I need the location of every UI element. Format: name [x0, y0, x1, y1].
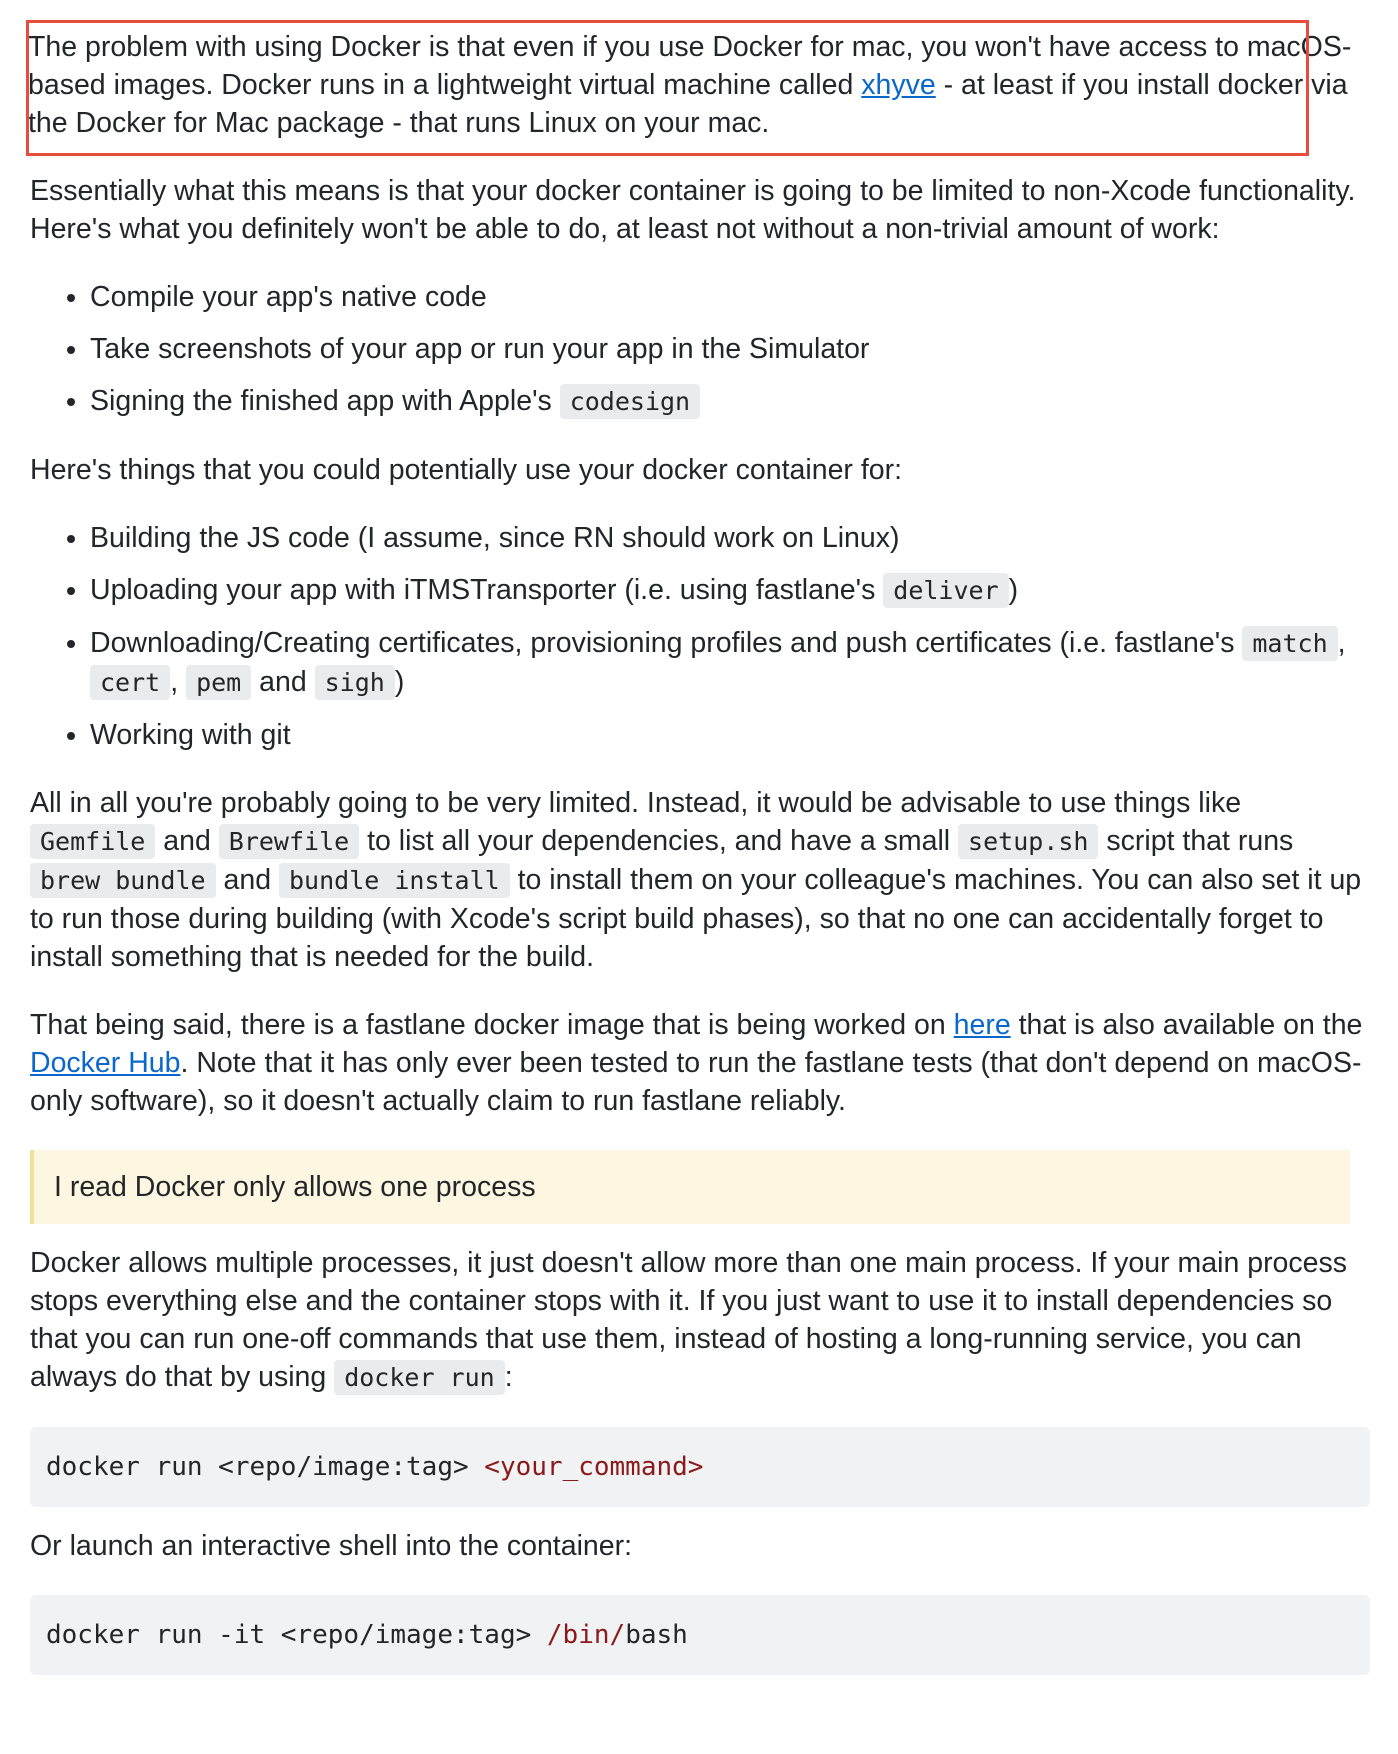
can-do-list: Building the JS code (I assume, since RN…	[30, 519, 1370, 754]
list-item-text: Take screenshots of your app or run your…	[90, 333, 870, 365]
cannot-do-list: Compile your app's native code Take scre…	[30, 278, 1370, 421]
inline-code-sigh: sigh	[314, 665, 395, 700]
list-item: Building the JS code (I assume, since RN…	[90, 519, 1370, 557]
list-item-text: )	[1008, 574, 1019, 606]
list-item: Working with git	[90, 716, 1370, 754]
para-text: . Note that it has only ever been tested…	[30, 1047, 1362, 1117]
para-text: that is also available on the	[1010, 1009, 1363, 1041]
list-item-text: Building the JS code (I assume, since RN…	[90, 522, 900, 554]
inline-code-cert: cert	[90, 665, 171, 700]
code-text: bash	[625, 1620, 688, 1650]
paragraph-processes: Docker allows multiple processes, it jus…	[30, 1244, 1360, 1397]
para-text: That being said, there is a fastlane doc…	[30, 1009, 954, 1041]
highlight-box	[26, 20, 1309, 156]
code-block-run: docker run <repo/image:tag> <your_comman…	[30, 1427, 1370, 1507]
para-text: and	[163, 825, 211, 857]
code-text: docker run -it <repo/image:tag>	[46, 1620, 547, 1650]
inline-code-brewfile: Brewfile	[218, 824, 360, 859]
inline-code-match: match	[1242, 626, 1338, 661]
paragraph-limitations: Essentially what this means is that your…	[30, 175, 1356, 245]
inline-code-bundle-install: bundle install	[278, 863, 510, 898]
para-text: All in all you're probably going to be v…	[30, 787, 1242, 819]
inline-code-gemfile: Gemfile	[30, 824, 156, 859]
list-item: Signing the finished app with Apple's co…	[90, 382, 1370, 421]
inline-code-setup-sh: setup.sh	[958, 824, 1099, 859]
list-item-text: Downloading/Creating certificates, provi…	[90, 627, 1235, 659]
paragraph-fastlane-image: That being said, there is a fastlane doc…	[30, 1006, 1370, 1120]
list-item-text: Signing the finished app with Apple's	[90, 385, 552, 417]
docker-hub-link[interactable]: Docker Hub	[30, 1047, 180, 1079]
para-text: Docker allows multiple processes, it jus…	[30, 1247, 1348, 1393]
para-text: and	[223, 864, 272, 896]
code-path: /bin/	[546, 1620, 626, 1650]
para-text: :	[504, 1361, 513, 1393]
code-block-shell: docker run -it <repo/image:tag> /bin/bas…	[30, 1595, 1370, 1675]
inline-code-deliver: deliver	[883, 573, 1009, 608]
answer-body: The problem with using Docker is that ev…	[0, 0, 1370, 1675]
list-item-text: Working with git	[90, 719, 291, 751]
list-item: Uploading your app with iTMSTransporter …	[90, 571, 1370, 610]
list-item-text: Compile your app's native code	[90, 281, 487, 313]
list-item-text: Uploading your app with iTMSTransporter …	[90, 574, 876, 606]
inline-code-brew-bundle: brew bundle	[30, 863, 216, 898]
list-item: Compile your app's native code	[90, 278, 1370, 316]
list-item: Downloading/Creating certificates, provi…	[90, 624, 1370, 702]
code-placeholder: <your_command>	[484, 1452, 704, 1482]
para-text: script that runs	[1106, 825, 1294, 857]
code-text: docker run <repo/image:tag>	[46, 1452, 485, 1482]
paragraph-can-do-intro: Here's things that you could potentially…	[30, 454, 903, 486]
para-text: to list all your dependencies, and have …	[367, 825, 951, 857]
inline-code-docker-run: docker run	[334, 1360, 505, 1395]
paragraph-recommendation: All in all you're probably going to be v…	[30, 784, 1370, 976]
here-link[interactable]: here	[954, 1009, 1011, 1041]
list-item-text: )	[394, 666, 405, 698]
inline-code-codesign: codesign	[559, 384, 701, 419]
blockquote: I read Docker only allows one process	[30, 1150, 1350, 1224]
list-item: Take screenshots of your app or run your…	[90, 330, 1370, 368]
inline-code-pem: pem	[186, 665, 252, 700]
blockquote-text: I read Docker only allows one process	[54, 1171, 536, 1203]
paragraph-interactive-shell: Or launch an interactive shell into the …	[30, 1530, 633, 1562]
list-item-text: and	[259, 666, 307, 698]
